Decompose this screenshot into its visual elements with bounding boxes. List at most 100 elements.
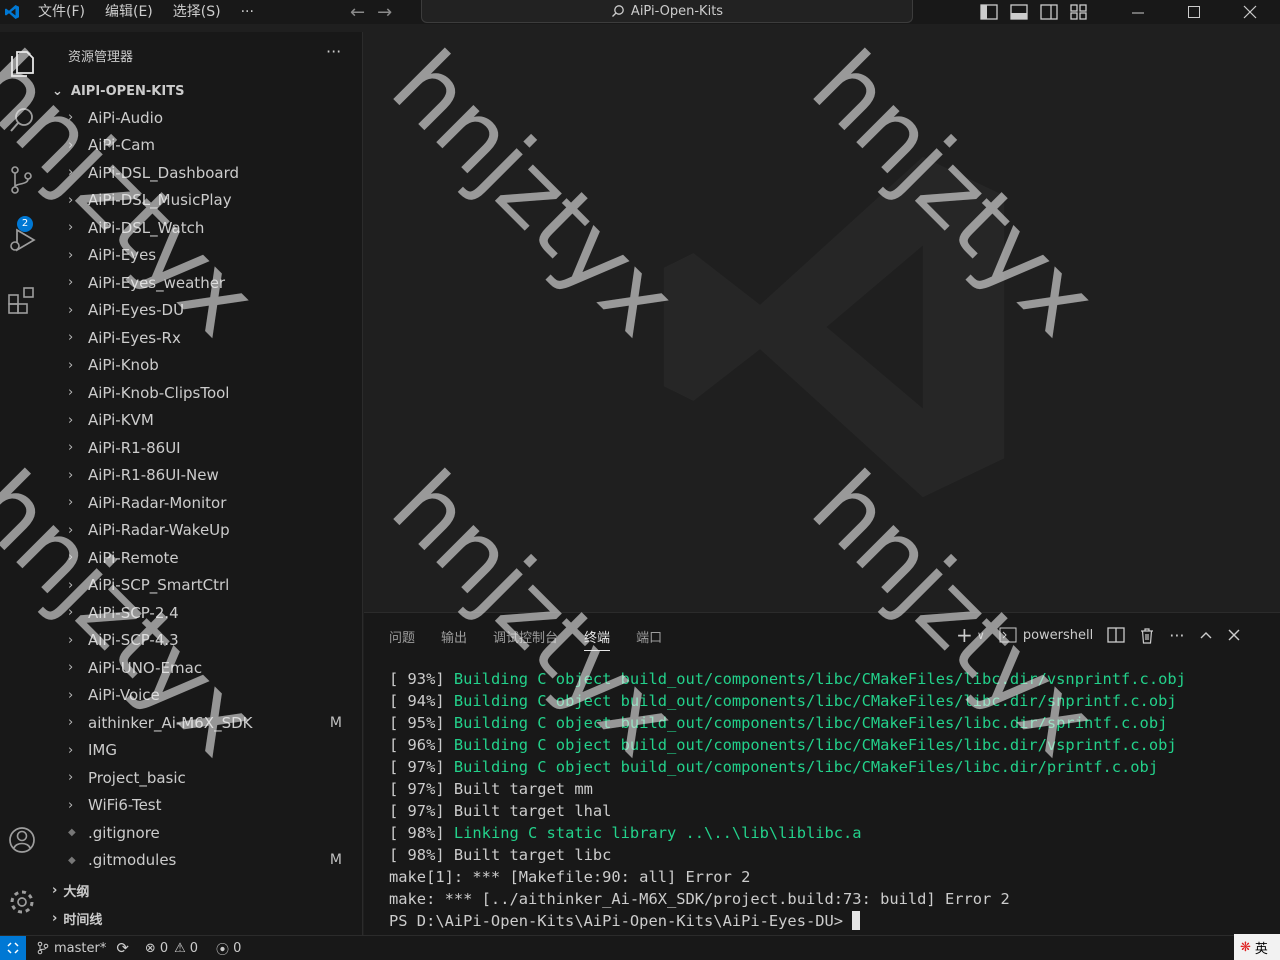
folder-item[interactable]: › AiPi-Eyes-Rx (44, 324, 362, 351)
settings-gear-icon[interactable] (0, 880, 44, 924)
folder-item[interactable]: › Project_basic (44, 764, 362, 791)
menu-selection[interactable]: 选择(S) (163, 0, 231, 24)
folder-item[interactable]: › AiPi-DSL_Watch (44, 214, 362, 241)
problems-status[interactable]: ⊗ 0 ⚠ 0 (145, 941, 198, 956)
sync-icon[interactable]: ⟳ (116, 939, 129, 957)
command-center-search[interactable]: AiPi-Open-Kits (421, 0, 913, 23)
explorer-icon[interactable] (0, 40, 44, 84)
folder-item[interactable]: › AiPi-KVM (44, 407, 362, 434)
panel-toolbar: + ∨ powershell ··· (956, 623, 1241, 647)
folder-item[interactable]: › AiPi-SCP-4.3 (44, 627, 362, 654)
terminal-progress: [ 97%] (389, 802, 454, 820)
new-terminal-plus-icon[interactable]: + (956, 623, 973, 647)
chevron-right-icon: › (68, 192, 74, 208)
back-arrow-icon[interactable]: ← (350, 2, 365, 23)
tab-terminal[interactable]: 终端 (584, 627, 611, 651)
source-control-icon[interactable] (0, 158, 44, 202)
folder-item[interactable]: › AiPi-Radar-Monitor (44, 489, 362, 516)
folder-item[interactable]: › AiPi-DSL_Dashboard (44, 159, 362, 186)
folder-item[interactable]: › AiPi-Knob-ClipsTool (44, 379, 362, 406)
chevron-right-icon: › (68, 165, 74, 180)
search-view-icon[interactable] (0, 98, 44, 142)
terminal-text: Building C object build_out/components/l… (453, 758, 1159, 776)
folder-item[interactable]: › AiPi-SCP-2.4 (44, 599, 362, 626)
close-icon[interactable] (1222, 0, 1278, 24)
folder-item[interactable]: › AiPi-SCP_SmartCtrl (44, 572, 362, 599)
file-icon: ◆ (68, 854, 76, 866)
toggle-secondary-sidebar-icon[interactable] (1040, 4, 1058, 20)
menu-more[interactable]: ··· (231, 0, 264, 24)
folder-item[interactable]: › WiFi6-Test (44, 792, 362, 819)
folder-item[interactable]: › AiPi-R1-86UI-New (44, 462, 362, 489)
workspace-root-folder[interactable]: ⌄ AIPI-OPEN-KITS (44, 80, 362, 102)
folder-item[interactable]: › AiPi-Voice (44, 682, 362, 709)
folder-item[interactable]: › AiPi-Eyes (44, 242, 362, 269)
terminal-line: [ 95%] Building C object build_out/compo… (389, 712, 1186, 734)
tab-output[interactable]: 输出 (441, 627, 467, 651)
ports-status[interactable]: ⦿ 0 (216, 939, 241, 958)
status-bar: master* ⟳ ⊗ 0 ⚠ 0 ⦿ 0 (0, 935, 1280, 960)
terminal-progress: [ 94%] (389, 692, 454, 710)
remote-indicator-icon[interactable] (0, 935, 26, 960)
folder-item[interactable]: › AiPi-Audio (44, 104, 362, 131)
terminal-text: make: *** [../aithinker_Ai-M6X_SDK/proje… (389, 890, 1010, 908)
maximize-panel-icon[interactable] (1199, 628, 1213, 642)
folder-item[interactable]: › AiPi-Eyes_weather (44, 269, 362, 296)
ime-indicator[interactable]: ❋ 英 (1234, 934, 1280, 960)
chevron-right-icon: › (68, 660, 74, 675)
extensions-icon[interactable] (0, 278, 44, 322)
chevron-right-icon: › (68, 577, 74, 593)
tree-item-label: AiPi-DSL_Dashboard (88, 163, 240, 182)
close-panel-icon[interactable] (1227, 628, 1241, 642)
terminal-line: [ 97%] Building C object build_out/compo… (389, 756, 1186, 778)
chevron-right-icon: › (68, 440, 74, 455)
folder-item[interactable]: › AiPi-Radar-WakeUp (44, 517, 362, 544)
customize-layout-icon[interactable] (1070, 4, 1088, 20)
tree-item-label: AiPi-Eyes-Rx (88, 328, 181, 347)
folder-item[interactable]: › AiPi-Cam (44, 132, 362, 159)
maximize-icon[interactable] (1166, 0, 1222, 24)
folder-item[interactable]: › aithinker_Ai-M6X_SDK M (44, 709, 362, 736)
more-actions-icon[interactable]: ··· (1169, 626, 1184, 645)
chevron-down-icon[interactable]: ∨ (977, 629, 985, 642)
chevron-right-icon: › (68, 797, 74, 813)
file-item[interactable]: ◆ .gitignore (44, 819, 362, 846)
menu-file[interactable]: 文件(F) (28, 0, 95, 24)
chevron-right-icon: › (68, 467, 74, 483)
tree-item-label: AiPi-Knob (88, 356, 159, 374)
terminal-line: [ 94%] Building C object build_out/compo… (389, 690, 1186, 712)
trash-icon[interactable] (1139, 627, 1155, 644)
folder-item[interactable]: › AiPi-DSL_MusicPlay (44, 187, 362, 214)
terminal-output[interactable]: [ 93%] Building C object build_out/compo… (389, 668, 1186, 932)
tab-ports[interactable]: 端口 (636, 627, 662, 651)
git-modified-badge: M (329, 714, 342, 731)
terminal-instance[interactable]: powershell (999, 627, 1093, 643)
terminal-text: make[1]: *** [Makefile:90: all] Error 2 (389, 868, 751, 886)
folder-item[interactable]: › AiPi-Remote (44, 544, 362, 571)
minimize-icon[interactable] (1110, 0, 1166, 24)
git-branch-status[interactable]: master* ⟳ (36, 939, 129, 957)
git-modified-badge: M (329, 852, 342, 868)
file-item[interactable]: ◆ .gitmodules M (44, 847, 362, 874)
forward-arrow-icon[interactable]: → (377, 2, 392, 23)
folder-item[interactable]: › AiPi-R1-86UI (44, 434, 362, 461)
toggle-sidebar-icon[interactable] (980, 4, 998, 20)
toggle-panel-icon[interactable] (1010, 4, 1028, 20)
folder-item[interactable]: › AiPi-UNO-Emac (44, 654, 362, 681)
timeline-section[interactable]: › 时间线 (44, 907, 362, 929)
tab-problems[interactable]: 问题 (389, 627, 415, 651)
folder-item[interactable]: › IMG (44, 737, 362, 764)
run-debug-icon[interactable] (0, 218, 44, 262)
editor-area (364, 32, 1280, 612)
error-count: 0 (159, 940, 169, 956)
outline-section[interactable]: › 大纲 (44, 879, 362, 901)
explorer-more-actions[interactable]: ··· (326, 42, 341, 61)
tab-debug-console[interactable]: 调试控制台 (493, 627, 558, 651)
accounts-icon[interactable] (0, 818, 44, 862)
tree-item-label: AiPi-Radar-WakeUp (88, 521, 230, 539)
folder-item[interactable]: › AiPi-Eyes-DU (44, 297, 362, 324)
menu-edit[interactable]: 编辑(E) (95, 0, 163, 24)
terminal-line: make: *** [../aithinker_Ai-M6X_SDK/proje… (389, 888, 1186, 910)
split-terminal-icon[interactable] (1107, 627, 1125, 643)
folder-item[interactable]: › AiPi-Knob (44, 352, 362, 379)
